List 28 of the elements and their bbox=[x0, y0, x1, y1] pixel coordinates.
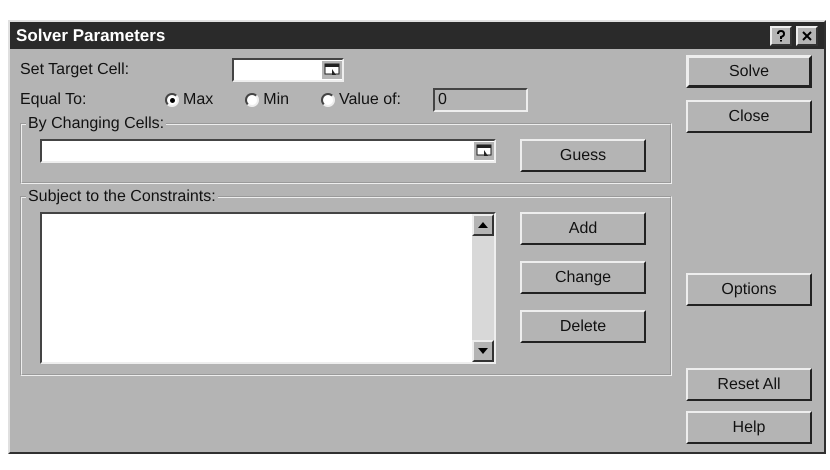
dialog-button[interactable]: Help bbox=[686, 411, 812, 444]
collapse-dialog-icon[interactable] bbox=[474, 142, 494, 160]
scrollbar[interactable] bbox=[472, 214, 494, 362]
group-label: Subject to the Constraints: bbox=[27, 188, 217, 206]
constraint-button[interactable]: Delete bbox=[520, 310, 646, 343]
input-field[interactable] bbox=[232, 58, 344, 82]
radio-option[interactable]: Value of: bbox=[321, 91, 401, 109]
constraint-button[interactable]: Change bbox=[520, 261, 646, 294]
scroll-up-icon[interactable] bbox=[472, 214, 494, 236]
window-title: Solver Parameters bbox=[16, 26, 166, 46]
collapse-dialog-icon[interactable] bbox=[322, 61, 342, 79]
dialog-button[interactable]: Close bbox=[686, 100, 812, 133]
dialog-button[interactable]: Solve bbox=[686, 55, 812, 88]
field-label: Equal To: bbox=[20, 91, 88, 109]
field-label: Set Target Cell: bbox=[20, 61, 130, 79]
input-field[interactable]: 0 bbox=[432, 88, 528, 112]
radio-option[interactable]: Min bbox=[245, 91, 290, 109]
dialog-button[interactable]: Options bbox=[686, 273, 812, 306]
help-icon[interactable] bbox=[770, 26, 792, 46]
group-label: By Changing Cells: bbox=[27, 115, 166, 133]
dialog-button[interactable]: Reset All bbox=[686, 368, 812, 401]
constraints-list[interactable] bbox=[40, 212, 496, 364]
constraint-button[interactable]: Add bbox=[520, 212, 646, 245]
radio-option[interactable]: Max bbox=[165, 91, 214, 109]
input-field[interactable] bbox=[40, 139, 496, 163]
scroll-down-icon[interactable] bbox=[472, 340, 494, 362]
close-icon[interactable] bbox=[796, 26, 818, 46]
guess-button[interactable]: Guess bbox=[520, 139, 646, 172]
